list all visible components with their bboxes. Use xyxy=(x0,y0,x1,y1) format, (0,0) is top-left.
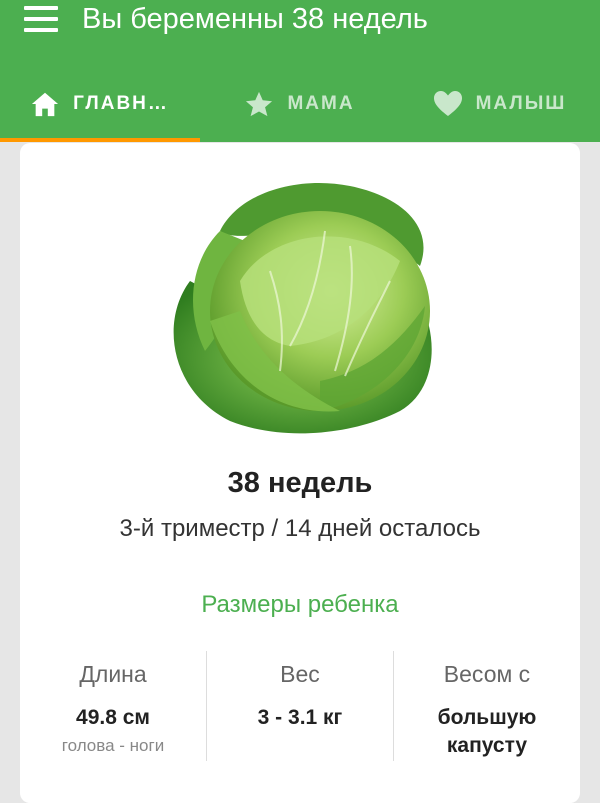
trimester-subtitle: 3-й триместр / 14 дней осталось xyxy=(119,515,481,542)
heart-icon xyxy=(433,90,462,118)
tab-mama-label: МАМА xyxy=(287,93,355,114)
stat-weight-label: Вес xyxy=(280,661,320,687)
stat-comparison: Весом с большую капусту xyxy=(393,651,580,761)
stat-length-value: 49.8 см xyxy=(76,706,150,729)
stat-length-label: Длина xyxy=(79,661,147,687)
star-icon xyxy=(245,90,273,118)
stat-length-hint: голова - ноги xyxy=(61,736,165,755)
tab-home-label: ГЛАВН… xyxy=(73,93,169,114)
baby-size-stats: Длина 49.8 см голова - ноги Вес 3 - 3.1 … xyxy=(20,651,580,761)
tab-indicator xyxy=(0,138,200,142)
tab-bar: ГЛАВН… МАМА МАЛЫШ xyxy=(0,66,600,142)
tab-baby[interactable]: МАЛЫШ xyxy=(400,66,600,142)
tab-home[interactable]: ГЛАВН… xyxy=(0,66,200,142)
home-icon xyxy=(31,90,59,118)
stat-comparison-label: Весом с xyxy=(443,661,531,687)
stat-comparison-value: большую капусту xyxy=(437,706,537,757)
stat-length: Длина 49.8 см голова - ноги xyxy=(20,651,206,761)
week-card: 38 недель 3-й триместр / 14 дней осталос… xyxy=(20,143,580,803)
page-title: Вы беременны 38 недель xyxy=(82,3,428,35)
tab-baby-label: МАЛЫШ xyxy=(475,93,567,114)
section-title: Размеры ребенка xyxy=(201,591,399,618)
stat-weight-value: 3 - 3.1 кг xyxy=(257,706,343,729)
cabbage-image xyxy=(150,171,450,441)
menu-icon[interactable] xyxy=(24,6,58,32)
app-bar: Вы беременны 38 недель ГЛАВН… МАМА МАЛЫШ xyxy=(0,0,600,142)
tab-mama[interactable]: МАМА xyxy=(200,66,400,142)
stat-weight: Вес 3 - 3.1 кг xyxy=(206,651,393,761)
week-title: 38 недель xyxy=(227,467,373,499)
